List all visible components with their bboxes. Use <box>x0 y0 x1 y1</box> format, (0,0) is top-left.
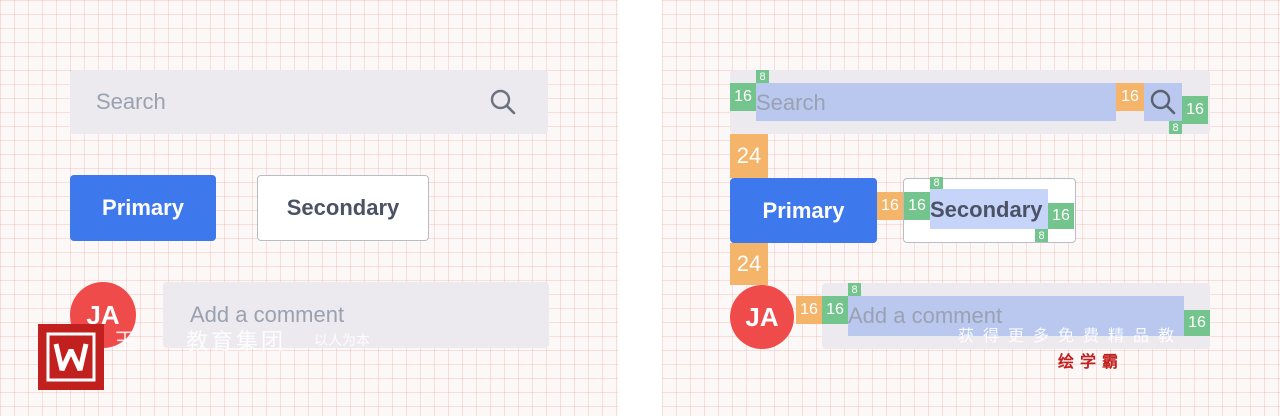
watermark-text: 获得更多免费精品教 <box>958 328 1184 345</box>
spacing-label: 16 <box>1116 83 1144 111</box>
watermark-brand-text: 绘学霸 <box>1058 354 1125 371</box>
spacing-label: 16 <box>1048 203 1074 229</box>
secondary-button[interactable]: Secondary <box>257 175 429 241</box>
watermark-slogan: 以人为本 <box>314 332 370 348</box>
search-icon <box>1150 89 1176 115</box>
spacing-label: 16 <box>822 296 848 324</box>
brand-logo-icon <box>38 324 104 390</box>
search-placeholder-annotated: Search <box>756 90 826 115</box>
primary-button-annotated: Primary <box>730 178 877 243</box>
search-icon[interactable] <box>489 88 517 116</box>
spacing-label: 16 <box>1182 96 1208 124</box>
component-preview-panel: Search Primary Secondary JA Add a commen… <box>0 0 618 416</box>
search-placeholder: Search <box>96 89 166 114</box>
spacing-label: 8 <box>1169 121 1182 134</box>
spacing-label: 16 <box>877 192 903 220</box>
search-bar[interactable]: Search <box>70 70 548 134</box>
spacing-label: 24 <box>730 243 768 285</box>
spacing-label: 24 <box>730 134 768 178</box>
spacing-label: 16 <box>730 83 756 111</box>
watermark-brand: 王 <box>114 329 137 354</box>
spacing-spec-panel: Search 16 8 16 16 8 24 Primary 16 Second… <box>662 0 1280 416</box>
spacing-label: 8 <box>930 177 943 189</box>
secondary-label-annotated: Secondary <box>930 197 1043 222</box>
avatar-annotated: JA <box>730 285 794 349</box>
spacing-label: 16 <box>904 192 930 220</box>
spacing-label: 8 <box>848 283 861 296</box>
spacing-label: 16 <box>1184 310 1210 336</box>
primary-button[interactable]: Primary <box>70 175 216 241</box>
spacing-label: 8 <box>756 70 769 83</box>
spacing-label: 8 <box>1035 229 1048 242</box>
watermark-title: 教育集团 <box>186 329 287 354</box>
spacing-label: 16 <box>796 296 822 324</box>
